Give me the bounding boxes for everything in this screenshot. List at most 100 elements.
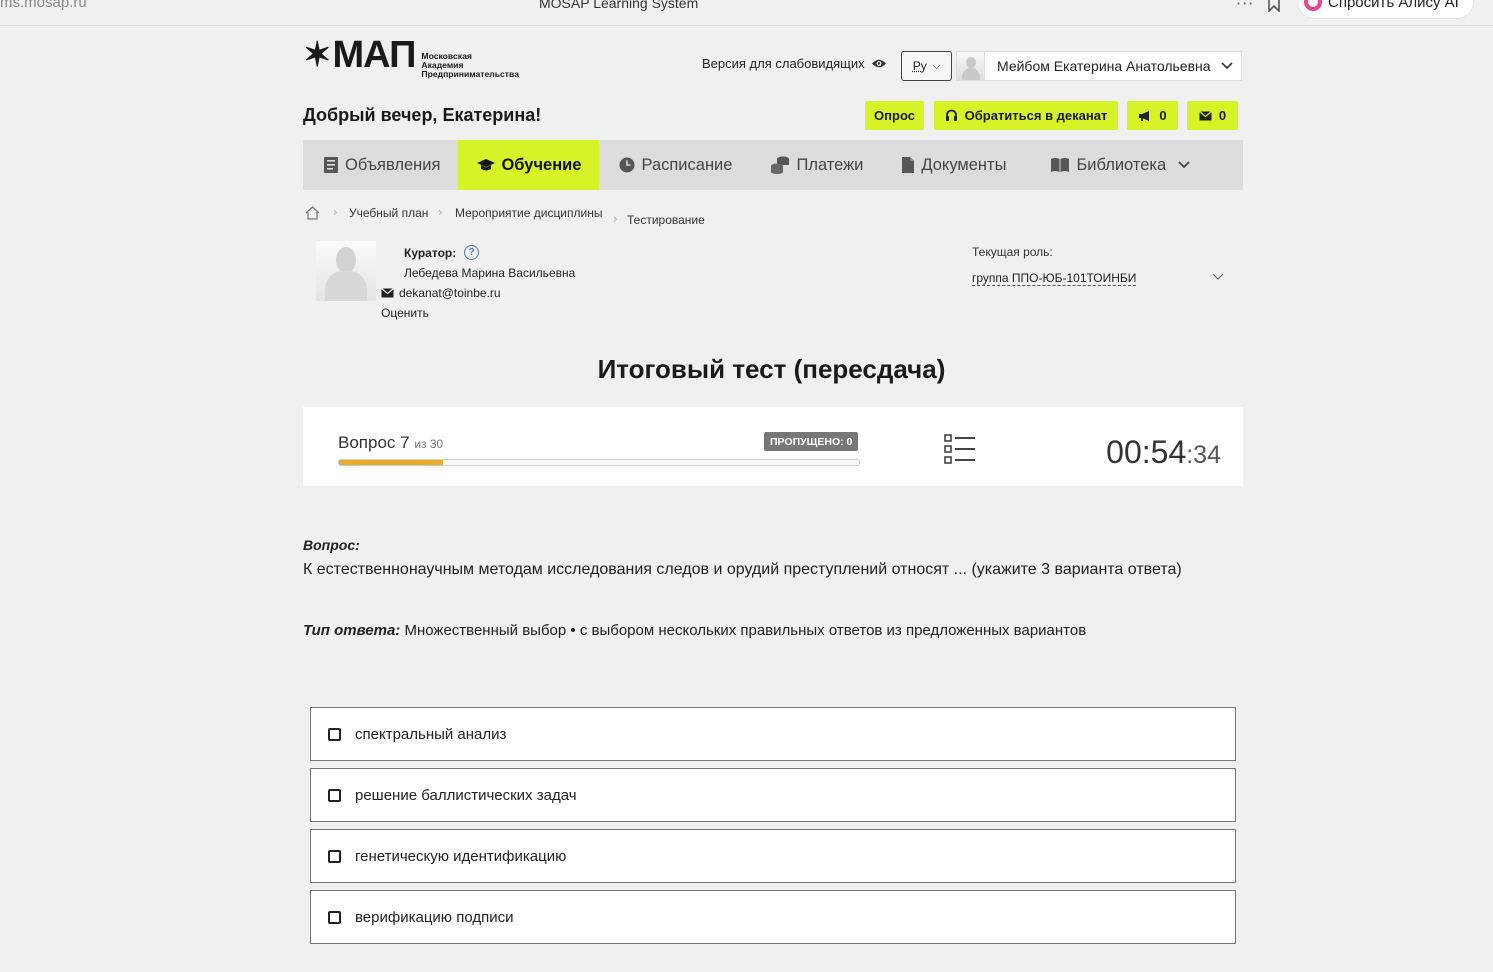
bookmark-icon[interactable] — [1266, 0, 1282, 12]
nav-item-learning[interactable]: Обучение — [458, 140, 600, 190]
language-select[interactable]: Ру ⌵ — [901, 51, 952, 81]
file-icon — [902, 157, 915, 173]
contact-deanery-button[interactable]: Обратиться в деканат — [934, 101, 1118, 130]
question-counter: Вопрос 7 из 30 — [338, 433, 443, 453]
answer-type: Тип ответа: Множественный выбор • с выбо… — [303, 622, 1086, 639]
contact-deanery-label: Обратиться в деканат — [964, 108, 1108, 123]
rate-curator-link[interactable]: Оценить — [381, 306, 429, 320]
answer-option[interactable]: генетическую идентификацию — [310, 829, 1236, 883]
test-progress-panel: Вопрос 7 из 30 ПРОПУЩЕНО: 0 00:54:34 — [303, 407, 1243, 486]
curator-email[interactable]: dekanat@toinbe.ru — [381, 286, 501, 300]
nav-item-documents[interactable]: Документы — [881, 140, 1024, 190]
coins-icon — [771, 156, 790, 174]
megaphone-icon — [1139, 110, 1150, 121]
checkbox[interactable] — [328, 849, 341, 863]
timer-minutes: 00:54 — [1106, 434, 1187, 470]
ask-alice-label: Спросить Алису AI — [1328, 0, 1459, 11]
chevron-down-icon — [1212, 273, 1224, 280]
role-select[interactable]: группа ППО-ЮБ-101ТОИНБИ — [972, 271, 1224, 286]
answer-option[interactable]: спектральный анализ — [310, 707, 1236, 761]
answer-type-label: Тип ответа: — [303, 622, 401, 639]
breadcrumb-separator-icon: › — [613, 212, 618, 226]
countdown-timer: 00:54:34 — [1106, 434, 1221, 471]
nav-item-library[interactable]: Библиотека — [1024, 140, 1208, 190]
alice-logo-icon — [1304, 0, 1322, 11]
progress-fill — [339, 460, 443, 465]
graduation-cap-icon — [477, 158, 496, 170]
logo-subtitle: Московская Академия Предпринимательства — [421, 51, 519, 79]
logo-text: МАП — [332, 34, 417, 76]
main-nav: Объявления Обучение Расписание Платежи Д… — [303, 140, 1243, 190]
nav-item-announcements[interactable]: Объявления — [303, 140, 458, 190]
answer-option[interactable]: верификацию подписи — [310, 890, 1236, 944]
nav-label: Объявления — [345, 155, 441, 174]
timer-seconds: :34 — [1186, 441, 1221, 469]
browser-page-title: MOSAP Learning System — [539, 0, 699, 11]
announcements-count: 0 — [1159, 108, 1167, 123]
envelope-icon — [381, 288, 394, 298]
answer-option[interactable]: решение баллистических задач — [310, 768, 1236, 822]
question-text: К естественнонаучным методам исследовани… — [303, 561, 1182, 578]
question-label: Вопрос: — [303, 537, 360, 553]
nav-label: Обучение — [501, 155, 582, 174]
checkbox[interactable] — [328, 910, 341, 924]
language-value: Ру — [912, 59, 927, 73]
address-bar[interactable]: ms.mosap.ru — [0, 0, 87, 11]
breadcrumb-current: Тестирование — [627, 213, 705, 227]
nav-item-schedule[interactable]: Расписание — [599, 140, 750, 190]
curator-photo — [316, 241, 376, 301]
question-list-icon[interactable] — [944, 434, 976, 464]
messages-button[interactable]: 0 — [1187, 101, 1238, 130]
greeting: Добрый вечер, Екатерина! — [303, 105, 542, 125]
checkbox[interactable] — [328, 788, 341, 802]
home-icon[interactable] — [305, 206, 320, 220]
breadcrumb-separator-icon: › — [438, 205, 443, 219]
chevron-down-icon: ⌵ — [932, 60, 941, 72]
curator-label-text: Куратор: — [404, 245, 457, 260]
document-icon — [324, 157, 338, 173]
answer-option-label: спектральный анализ — [355, 725, 507, 743]
eye-icon — [871, 59, 886, 68]
breadcrumb-separator-icon: › — [333, 205, 338, 219]
question-number: Вопрос 7 — [338, 433, 410, 452]
site-logo[interactable]: ✶ МАП Московская Академия Предпринимател… — [303, 34, 519, 79]
answer-option-label: генетическую идентификацию — [355, 847, 567, 865]
nav-item-payments[interactable]: Платежи — [750, 140, 881, 190]
announcements-button[interactable]: 0 — [1127, 101, 1178, 130]
envelope-icon — [1198, 110, 1212, 120]
skipped-badge: ПРОПУЩЕНО: 0 — [764, 432, 859, 451]
breadcrumb-item[interactable]: Учебный план — [349, 206, 428, 220]
help-icon[interactable]: ? — [464, 245, 480, 260]
nav-label: Платежи — [796, 155, 864, 174]
answer-option-label: решение баллистических задач — [355, 786, 577, 804]
browser-toolbar: ms.mosap.ru MOSAP Learning System ··· Сп… — [0, 0, 1493, 26]
curator-email-text: dekanat@toinbe.ru — [399, 286, 501, 300]
checkbox[interactable] — [328, 727, 341, 741]
curator-name: Лебедева Марина Васильевна — [404, 266, 576, 280]
answer-type-value: Множественный выбор • с выбором нескольк… — [404, 622, 1087, 639]
messages-count: 0 — [1218, 108, 1227, 123]
ask-alice-button[interactable]: Спросить Алису AI — [1298, 0, 1473, 18]
book-icon — [1051, 158, 1070, 172]
question-total: из 30 — [414, 437, 444, 451]
nav-label: Расписание — [641, 155, 733, 174]
clock-icon — [619, 157, 635, 173]
accessibility-label: Версия для слабовидящих — [702, 56, 865, 71]
survey-button[interactable]: Опрос — [865, 101, 924, 130]
page-title: Итоговый тест (пересдача) — [597, 354, 946, 384]
user-menu[interactable]: Мейбом Екатерина Анатольевна — [956, 51, 1242, 81]
more-icon[interactable]: ··· — [1236, 0, 1254, 13]
logo-star-icon: ✶ — [303, 36, 331, 74]
curator-label: Куратор: ? — [404, 245, 480, 260]
survey-button-label: Опрос — [874, 108, 915, 123]
breadcrumb-item[interactable]: Мероприятие дисциплины — [455, 206, 602, 220]
nav-label: Документы — [921, 155, 1007, 174]
chevron-down-icon — [1221, 62, 1233, 70]
current-role-label: Текущая роль: — [972, 245, 1053, 259]
chevron-down-icon — [1178, 161, 1190, 169]
headset-icon — [945, 109, 957, 121]
nav-label: Библиотека — [1076, 155, 1167, 174]
accessibility-version-link[interactable]: Версия для слабовидящих — [702, 56, 887, 71]
role-value: группа ППО-ЮБ-101ТОИНБИ — [972, 271, 1137, 286]
progress-bar — [338, 459, 860, 466]
